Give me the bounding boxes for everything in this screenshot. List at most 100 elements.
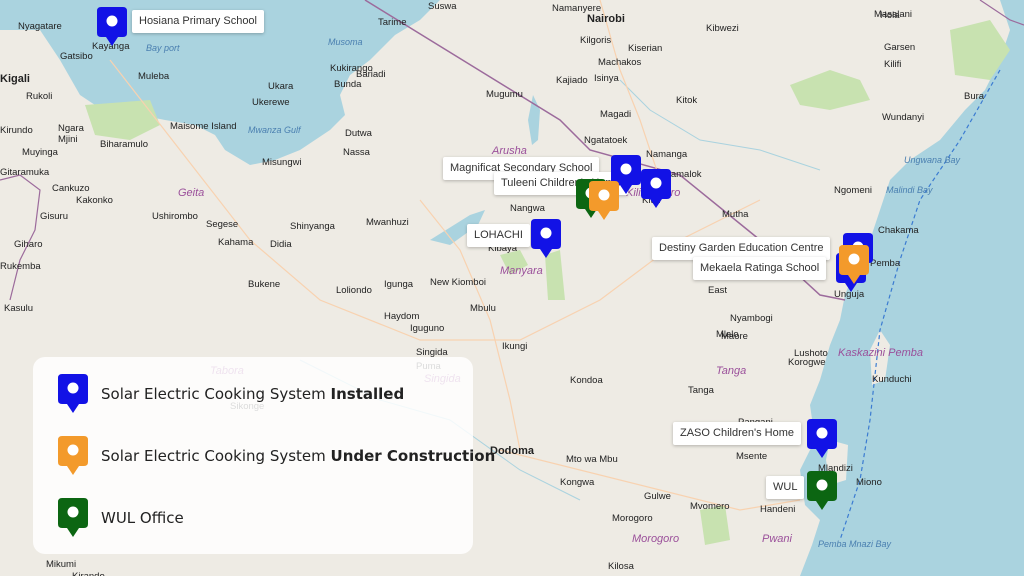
- site-label-zaso[interactable]: ZASO Children's Home: [673, 422, 801, 445]
- place-label: Magadi: [600, 109, 632, 120]
- place-label: Chakama: [878, 225, 919, 236]
- place-label: Manyara: [500, 265, 543, 277]
- place-label: Ushirombo: [152, 211, 198, 222]
- place-label: Msente: [736, 451, 768, 462]
- map-view[interactable]: Nairobi Kigali Dodoma Tanga Geita Manyara Arus…: [0, 0, 1024, 576]
- place-label: Ukerewe: [252, 97, 290, 108]
- place-label: Bay port: [146, 43, 180, 53]
- place-label: Loliondo: [336, 285, 372, 296]
- place-label: Kondoa: [570, 375, 603, 386]
- place-label: Gulwe: [644, 491, 671, 502]
- place-label: Ngara: [58, 123, 84, 134]
- place-label: Kilosa: [608, 561, 634, 572]
- place-label: Gatsibo: [60, 51, 93, 62]
- place-label: Miono: [856, 477, 882, 488]
- place-label: Ungwana Bay: [904, 155, 961, 165]
- place-label: Wundanyi: [882, 112, 925, 123]
- pin-under-construction-marker[interactable]: [838, 244, 870, 286]
- place-label: Mugumu: [486, 89, 523, 100]
- place-label: Kaskazini Pemba: [838, 347, 923, 359]
- place-label: Tanga: [716, 365, 747, 377]
- place-label: Cankuzo: [52, 183, 90, 194]
- legend-label: Solar Electric Cooking System Under Cons…: [101, 447, 496, 465]
- place-label: Dutwa: [345, 128, 372, 139]
- place-label: Mto wa Mbu: [566, 454, 618, 465]
- place-label: Giharo: [14, 239, 43, 250]
- place-label: Gisuru: [40, 211, 68, 222]
- place-label: Kajiado: [556, 75, 588, 86]
- place-label: Nassa: [343, 147, 370, 158]
- site-label-wul[interactable]: WUL: [766, 476, 805, 499]
- place-label: Arusha: [492, 145, 527, 157]
- place-label: Kigali: [0, 73, 30, 85]
- place-label: Namanyere: [552, 3, 602, 14]
- place-label: Muleba: [138, 71, 170, 82]
- under-construction-pin-icon: [57, 435, 89, 477]
- legend-item-office: WUL Office: [57, 497, 184, 539]
- site-label-lohachi[interactable]: LOHACHI: [467, 224, 530, 247]
- legend-item-installed: Solar Electric Cooking System Installed: [57, 373, 404, 415]
- place-label: Malindi Bay: [886, 185, 933, 195]
- site-label-hosiana[interactable]: Hosiana Primary School: [132, 10, 264, 33]
- place-label: Garsen: [884, 42, 916, 53]
- installed-pin-icon: [57, 373, 89, 415]
- place-label: Machakos: [598, 57, 642, 68]
- place-label: Pemba: [870, 258, 901, 269]
- place-label: Tarime: [378, 17, 407, 28]
- place-label: Pwani: [762, 533, 792, 545]
- place-label: Isinya: [594, 73, 619, 84]
- place-label: Mvomero: [690, 501, 730, 512]
- pin-installed-marker[interactable]: [96, 6, 128, 48]
- pin-office-marker[interactable]: [806, 470, 838, 512]
- map-legend: Solar Electric Cooking System Installed …: [33, 357, 495, 554]
- place-label: Mlalo: [716, 329, 739, 340]
- place-label: Kirundo: [0, 125, 33, 136]
- place-label: Kilgoris: [580, 35, 612, 46]
- place-label: Mbulu: [470, 303, 496, 314]
- legend-label: WUL Office: [101, 509, 184, 527]
- office-pin-icon: [57, 497, 89, 539]
- place-label: Didia: [270, 239, 292, 250]
- place-label: New Kiomboi: [430, 277, 486, 288]
- place-label: Ngatatoek: [584, 135, 628, 146]
- place-label: Bariadi: [356, 69, 386, 80]
- place-label: Nyagatare: [18, 21, 62, 32]
- place-label: Pemba Mnazi Bay: [818, 539, 892, 549]
- place-label: Kunduchi: [872, 374, 912, 385]
- site-label-mekaela[interactable]: Mekaela Ratinga School: [693, 257, 827, 280]
- place-label: Ngomeni: [834, 185, 873, 196]
- place-label: Segese: [206, 219, 239, 230]
- place-label: Biharamulo: [100, 139, 149, 150]
- place-label: Iguguno: [410, 323, 445, 334]
- place-label: Bura: [964, 91, 985, 102]
- place-label: Rukemba: [0, 261, 41, 272]
- place-label: Maisome Island: [170, 121, 237, 132]
- place-label: Korogwe: [788, 357, 826, 368]
- pin-installed-marker[interactable]: [530, 218, 562, 260]
- place-label: Bukene: [248, 279, 281, 290]
- place-label: Kilifi: [884, 59, 902, 70]
- place-label: Nangwa: [510, 203, 545, 214]
- place-label: Nyambogi: [730, 313, 773, 324]
- place-label: Masalani: [874, 9, 913, 20]
- place-label: Kahama: [218, 237, 254, 248]
- place-label: Kibwezi: [706, 23, 739, 34]
- place-label: East: [708, 285, 728, 296]
- place-label: Kongwa: [560, 477, 595, 488]
- place-label: Misungwi: [262, 157, 302, 168]
- place-label: Mikumi: [46, 559, 77, 570]
- legend-label: Solar Electric Cooking System Installed: [101, 385, 405, 403]
- place-label: Dodoma: [490, 445, 534, 457]
- place-label: Shinyanga: [290, 221, 335, 232]
- place-label: Suswa: [428, 1, 457, 12]
- place-label: Morogoro: [632, 533, 680, 545]
- pin-installed-marker[interactable]: [806, 418, 838, 460]
- place-label: Igunga: [384, 279, 414, 290]
- place-label: Haydom: [384, 311, 420, 322]
- place-label: Gitaramuka: [0, 167, 50, 178]
- place-label: Bunda: [334, 79, 362, 90]
- pin-under-construction-marker[interactable]: [588, 180, 620, 222]
- pin-installed-marker[interactable]: [640, 168, 672, 210]
- place-label: Kasulu: [4, 303, 34, 314]
- place-label: Kirando: [72, 572, 105, 576]
